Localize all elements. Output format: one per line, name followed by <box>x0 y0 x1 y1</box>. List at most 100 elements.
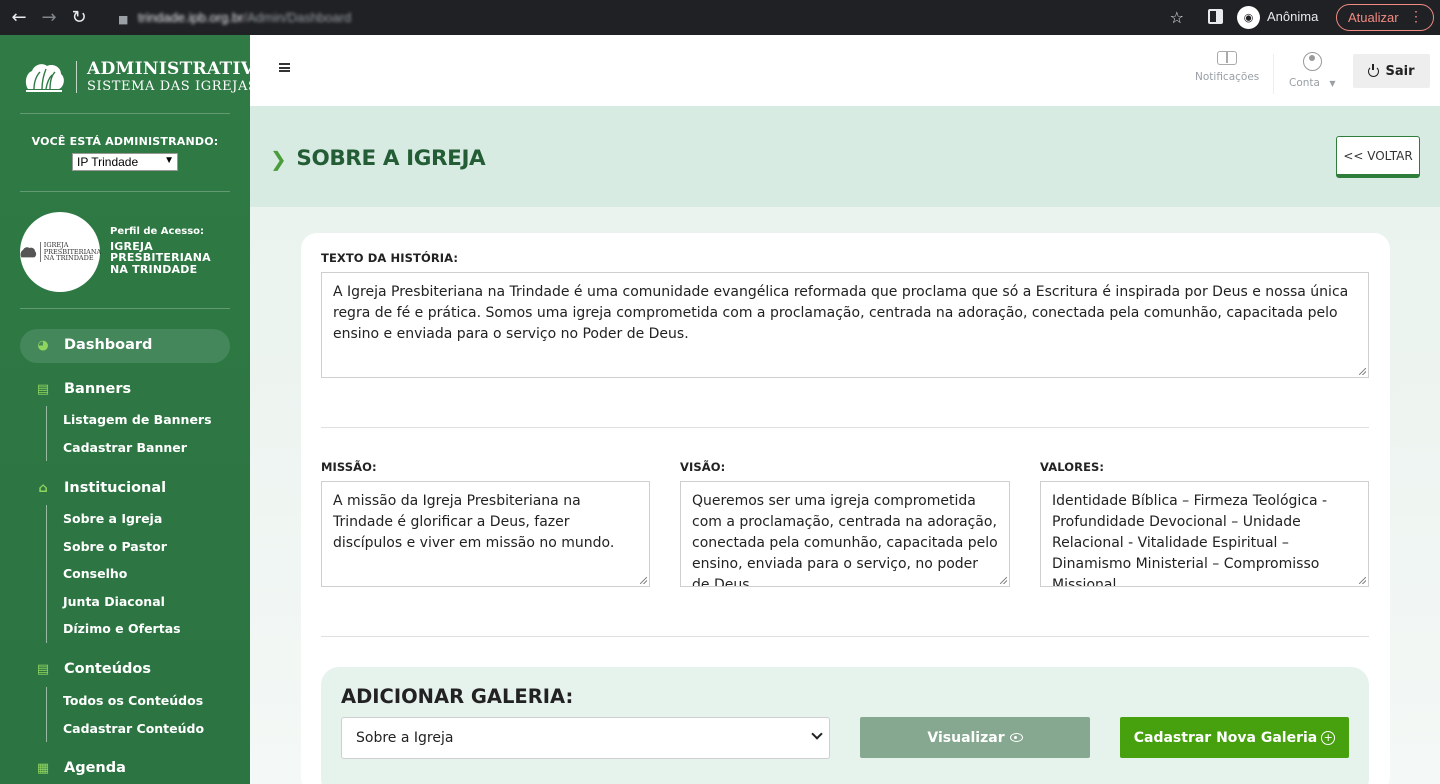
sidebar-divider <box>20 191 230 192</box>
update-label: Atualizar <box>1348 10 1399 25</box>
page-title: ❯ SOBRE A IGREJA <box>270 146 486 171</box>
page-title-text: SOBRE A IGREJA <box>296 146 486 171</box>
sidebar-item-todos-conteudos[interactable]: Todos os Conteúdos <box>47 687 236 715</box>
sidebar-item-cadastrar-conteudo[interactable]: Cadastrar Conteúdo <box>47 715 236 743</box>
chevron-right-icon: ❯ <box>270 146 287 171</box>
gallery-title: ADICIONAR GALERIA: <box>341 685 574 708</box>
incognito-icon[interactable]: ◉ <box>1237 6 1260 29</box>
sidebar-item-label: Conteúdos <box>64 661 151 677</box>
values-label: VALORES: <box>1040 460 1105 474</box>
brand-logo[interactable]: ADMINISTRATIVO SISTEMA DAS IGREJAS <box>22 59 250 95</box>
sidebar-item-label: Dashboard <box>64 337 153 353</box>
address-bar[interactable]: ■ trindade.ipb.org.br/Admin/Dashboard ☆ <box>106 4 1196 31</box>
image-icon: ▤ <box>36 381 50 397</box>
new-gallery-button[interactable]: Cadastrar Nova Galeria + <box>1120 717 1349 758</box>
section-divider <box>321 636 1369 637</box>
vision-text: Queremos ser uma igreja comprometida com… <box>692 493 998 587</box>
admin-label: VOCÊ ESTÁ ADMINISTRANDO: <box>31 135 219 148</box>
logout-label: Sair <box>1385 63 1415 79</box>
conteudos-submenu: Todos os Conteúdos Cadastrar Conteúdo <box>46 687 236 742</box>
resize-grip-icon[interactable] <box>1000 577 1007 584</box>
resize-grip-icon[interactable] <box>1359 577 1366 584</box>
history-textarea[interactable]: A Igreja Presbiteriana na Trindade é uma… <box>321 272 1369 378</box>
address-url: trindade.ipb.org.br/Admin/Dashboard <box>138 10 352 25</box>
top-header: Notificações Conta ▼ Sair <box>250 35 1440 106</box>
page-header: ❯ SOBRE A IGREJA << VOLTAR <box>250 106 1440 207</box>
sidebar-item-dizimo-ofertas[interactable]: Dízimo e Ofertas <box>47 615 236 643</box>
view-gallery-button[interactable]: Visualizar <box>860 717 1090 758</box>
profile-info: Perfil de Acesso: IGREJA PRESBITERIANA N… <box>110 226 230 276</box>
plus-circle-icon: + <box>1321 730 1336 745</box>
new-gallery-label: Cadastrar Nova Galeria <box>1133 729 1318 746</box>
sidebar-item-cadastrar-banner[interactable]: Cadastrar Banner <box>47 434 236 462</box>
back-button[interactable]: << VOLTAR <box>1336 136 1420 178</box>
sidebar: ADMINISTRATIVO SISTEMA DAS IGREJAS VOCÊ … <box>0 35 250 784</box>
resize-grip-icon[interactable] <box>1359 368 1366 375</box>
mission-text: A missão da Igreja Presbiteriana na Trin… <box>333 493 615 551</box>
calendar-icon: ▦ <box>36 760 50 776</box>
logout-button[interactable]: Sair <box>1353 54 1430 88</box>
sidebar-item-sobre-igreja[interactable]: Sobre a Igreja <box>47 505 236 533</box>
profile-name: IGREJA PRESBITERIANA NA TRINDADE <box>110 239 211 276</box>
sidebar-divider <box>20 113 230 114</box>
sidebar-item-banners[interactable]: ▤ Banners <box>35 381 131 397</box>
sidebar-item-institucional[interactable]: ⌂ Institucional <box>35 480 166 496</box>
church-select-value: IP Trindade <box>77 155 139 169</box>
browser-toolbar: ← → ↻ ■ trindade.ipb.org.br/Admin/Dashbo… <box>0 0 1440 35</box>
chevron-down-icon: ▼ <box>1329 79 1336 88</box>
power-icon <box>1368 63 1380 77</box>
side-panel-icon[interactable] <box>1208 9 1223 24</box>
list-icon: ▤ <box>36 661 50 677</box>
sidebar-divider <box>20 308 230 309</box>
chevron-down-icon: ▼ <box>164 155 174 166</box>
avatar-line: NA TRINDADE <box>43 254 94 263</box>
sidebar-item-label: Agenda <box>64 760 126 776</box>
back-arrow-icon[interactable]: ← <box>8 7 30 29</box>
history-text: A Igreja Presbiteriana na Trindade é uma… <box>333 284 1349 342</box>
gauge-icon: ◕ <box>37 337 49 353</box>
menu-dots-icon: ⋮ <box>1409 8 1423 24</box>
institucional-submenu: Sobre a Igreja Sobre o Pastor Conselho J… <box>46 505 236 643</box>
account-label: Conta <box>1289 77 1320 89</box>
resize-grip-icon[interactable] <box>640 577 647 584</box>
eye-icon <box>1009 733 1023 742</box>
banners-submenu: Listagem de Banners Cadastrar Banner <box>46 406 236 461</box>
values-text: Identidade Bíblica – Firmeza Teológica -… <box>1052 493 1328 587</box>
profile-label[interactable]: Anônima <box>1267 9 1318 24</box>
gallery-select[interactable]: Sobre a Igreja <box>341 717 830 759</box>
profile-label: Perfil de Acesso: <box>110 226 205 237</box>
gallery-select-value: Sobre a Igreja <box>356 730 454 746</box>
notifications-button[interactable]: Notificações <box>1195 51 1259 83</box>
view-button-label: Visualizar <box>927 729 1005 746</box>
bush-logo-icon <box>22 59 66 95</box>
church-select[interactable]: IP Trindade ▼ <box>72 153 178 171</box>
sidebar-item-label: Institucional <box>64 480 167 496</box>
vision-textarea[interactable]: Queremos ser uma igreja comprometida com… <box>680 481 1010 587</box>
sidebar-item-conselho[interactable]: Conselho <box>47 560 236 588</box>
reload-icon[interactable]: ↻ <box>68 7 90 29</box>
sidebar-item-junta-diaconal[interactable]: Junta Diaconal <box>47 588 236 616</box>
avatar-text: IGREJA PRESBITERIANA NA TRINDADE <box>39 241 101 263</box>
sidebar-item-label: Banners <box>64 381 132 397</box>
sidebar-item-agenda[interactable]: ▦ Agenda <box>35 760 126 776</box>
gallery-panel: ADICIONAR GALERIA: Sobre a Igreja Visual… <box>321 667 1369 784</box>
sidebar-item-sobre-pastor[interactable]: Sobre o Pastor <box>47 533 236 561</box>
header-separator <box>1273 54 1274 94</box>
sidebar-item-conteudos[interactable]: ▤ Conteúdos <box>35 661 151 677</box>
bank-icon: ⌂ <box>38 480 48 496</box>
sidebar-item-dashboard[interactable]: ◕ Dashboard <box>35 337 152 353</box>
history-label: TEXTO DA HISTÓRIA: <box>321 251 459 265</box>
brand-title: ADMINISTRATIVO <box>87 59 250 79</box>
church-avatar: IGREJA PRESBITERIANA NA TRINDADE <box>20 212 101 292</box>
section-divider <box>321 427 1369 428</box>
values-textarea[interactable]: Identidade Bíblica – Firmeza Teológica -… <box>1040 481 1369 587</box>
inbox-icon <box>1217 51 1238 65</box>
bookmark-star-icon[interactable]: ☆ <box>1170 8 1184 27</box>
account-menu[interactable]: Conta ▼ <box>1289 52 1335 89</box>
sidebar-item-listagem-banners[interactable]: Listagem de Banners <box>47 406 236 434</box>
mission-textarea[interactable]: A missão da Igreja Presbiteriana na Trin… <box>321 481 650 587</box>
brand-text: ADMINISTRATIVO SISTEMA DAS IGREJAS <box>76 61 250 93</box>
forward-arrow-icon[interactable]: → <box>38 7 60 29</box>
update-button[interactable]: Atualizar ⋮ <box>1336 4 1434 31</box>
hamburger-menu-icon[interactable] <box>279 63 290 72</box>
